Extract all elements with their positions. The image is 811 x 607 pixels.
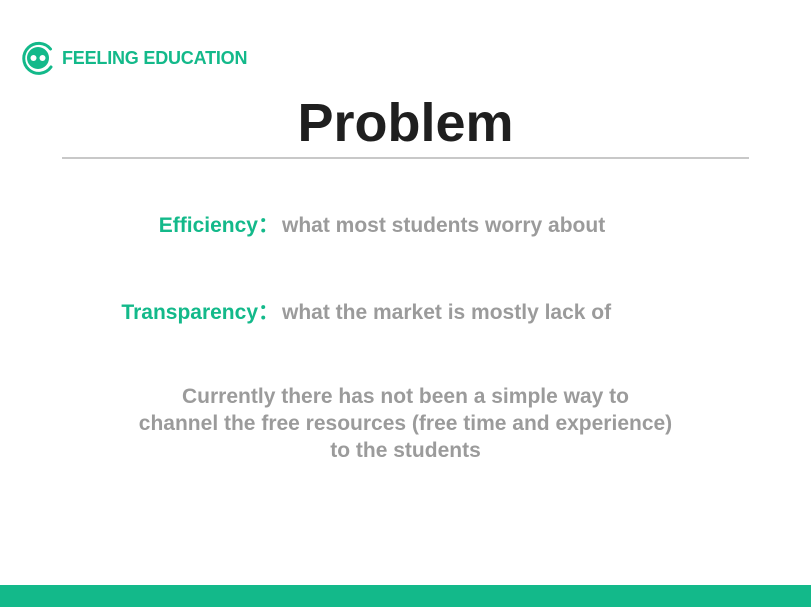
slide: FEELING EDUCATION Problem Efficiency： wh… [0, 0, 811, 607]
point-term: Efficiency： [159, 211, 279, 241]
point-description: what the market is mostly lack of [282, 301, 612, 324]
title-divider [62, 157, 749, 159]
point-transparency: Transparency： what the market is mostly … [0, 298, 811, 328]
slide-title: Problem [297, 93, 514, 153]
term-separator: ： [258, 214, 279, 237]
point-term: Transparency： [121, 298, 279, 328]
statement-line: Currently there has not been a simple wa… [182, 385, 629, 408]
brand-name: FEELING EDUCATION [62, 47, 248, 68]
term-label: Efficiency [158, 214, 258, 237]
term-label: Transparency [121, 301, 258, 324]
smiley-face-logo-icon [22, 41, 53, 75]
problem-statement: Currently there has not been a simple wa… [0, 383, 811, 464]
point-description: what most students worry about [282, 214, 606, 237]
point-efficiency: Efficiency： what most students worry abo… [0, 211, 811, 241]
footer-bar [0, 585, 811, 607]
term-separator: ： [258, 301, 279, 324]
brand-logo: FEELING EDUCATION [20, 39, 247, 77]
statement-line: to the students [330, 439, 481, 462]
statement-line: channel the free resources (free time an… [138, 412, 673, 435]
